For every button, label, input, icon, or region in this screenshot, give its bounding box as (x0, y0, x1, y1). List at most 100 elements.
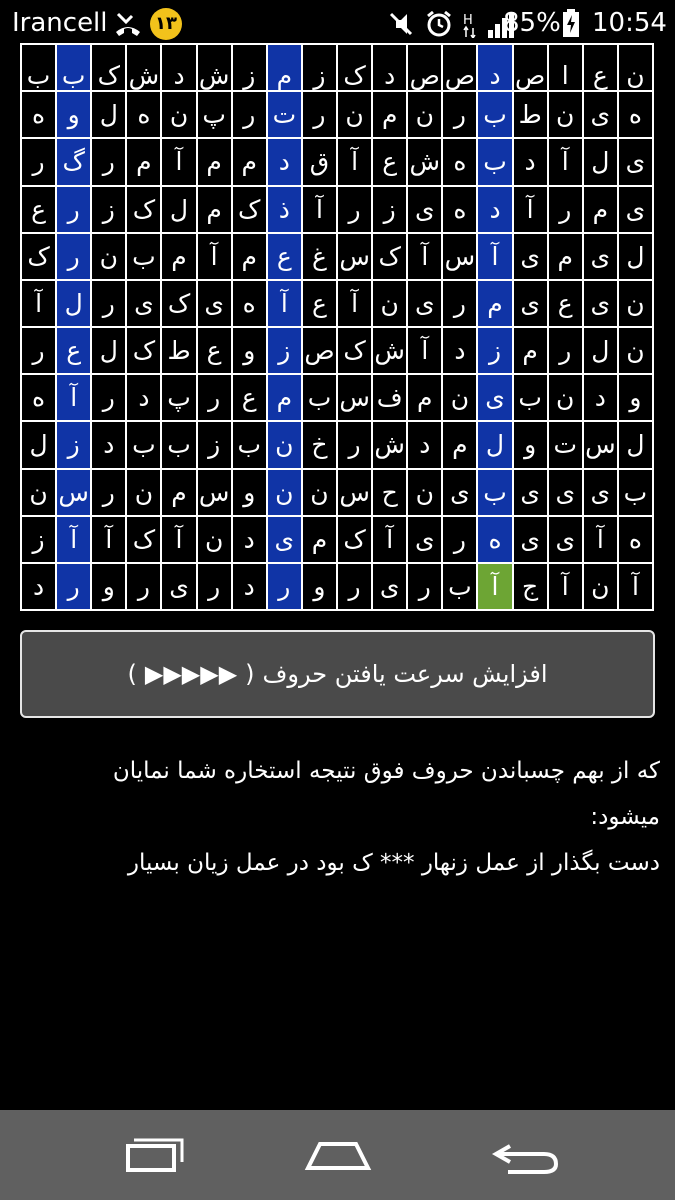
grid-cell[interactable]: س (338, 469, 372, 515)
grid-cell[interactable]: ن (618, 45, 652, 91)
grid-cell[interactable]: ی (408, 186, 442, 232)
grid-cell[interactable]: ن (548, 92, 582, 138)
grid-cell[interactable]: ک (92, 45, 126, 91)
grid-cell[interactable]: آ (267, 280, 301, 326)
grid-cell[interactable]: ن (373, 280, 407, 326)
grid-cell[interactable]: ی (548, 516, 582, 562)
grid-cell[interactable]: ی (127, 280, 161, 326)
grid-cell[interactable]: م (302, 516, 337, 562)
grid-cell[interactable]: آ (57, 516, 91, 562)
home-icon[interactable] (298, 1130, 378, 1182)
grid-cell[interactable]: غ (302, 233, 337, 279)
grid-cell[interactable]: ه (232, 280, 266, 326)
grid-cell[interactable]: و (513, 422, 547, 468)
grid-cell[interactable]: آ (513, 186, 547, 232)
grid-cell[interactable]: ک (338, 45, 372, 91)
grid-cell[interactable]: ر (92, 280, 126, 326)
grid-cell[interactable]: ن (127, 469, 161, 515)
grid-cell[interactable]: آ (197, 233, 231, 279)
grid-cell[interactable]: ت (548, 422, 582, 468)
grid-cell[interactable]: ک (127, 186, 161, 232)
grid-cell[interactable]: آ (92, 516, 126, 562)
grid-cell[interactable]: ن (302, 469, 337, 515)
grid-cell[interactable]: ک (127, 328, 161, 374)
grid-cell[interactable]: م (232, 139, 266, 185)
grid-cell[interactable]: ر (338, 186, 372, 232)
grid-cell[interactable]: س (583, 422, 617, 468)
grid-cell[interactable]: ن (22, 469, 56, 515)
grid-cell[interactable]: آ (548, 139, 582, 185)
grid-cell[interactable]: ع (22, 186, 56, 232)
grid-cell[interactable]: ص (443, 45, 477, 91)
grid-cell[interactable]: ر (22, 139, 56, 185)
grid-cell[interactable]: م (162, 233, 196, 279)
grid-cell[interactable]: ل (22, 422, 56, 468)
grid-cell[interactable]: ص (408, 45, 442, 91)
grid-cell[interactable]: پ (162, 375, 196, 421)
grid-cell[interactable]: م (513, 328, 547, 374)
grid-cell[interactable]: ر (408, 563, 442, 609)
grid-cell[interactable]: و (57, 92, 91, 138)
grid-cell[interactable]: و (232, 469, 266, 515)
grid-cell[interactable]: ع (197, 328, 231, 374)
grid-cell[interactable]: خ (302, 422, 337, 468)
grid-cell[interactable]: ی (583, 92, 617, 138)
grid-cell[interactable]: ر (127, 563, 161, 609)
grid-cell[interactable]: آ (302, 186, 337, 232)
grid-cell[interactable]: و (92, 563, 126, 609)
grid-cell[interactable]: آ (338, 280, 372, 326)
grid-cell[interactable]: ز (92, 186, 126, 232)
grid-cell[interactable]: ع (57, 328, 91, 374)
grid-cell[interactable]: ف (373, 375, 407, 421)
grid-cell[interactable]: م (583, 186, 617, 232)
grid-cell[interactable]: آ (583, 516, 617, 562)
grid-cell[interactable]: ل (478, 422, 512, 468)
grid-cell[interactable]: ن (443, 375, 477, 421)
grid-cell[interactable]: ص (302, 328, 337, 374)
grid-cell[interactable]: پ (197, 92, 231, 138)
grid-cell[interactable]: و (618, 375, 652, 421)
grid-cell[interactable]: ط (162, 328, 196, 374)
grid-cell[interactable]: م (443, 422, 477, 468)
grid-cell[interactable]: ب (127, 233, 161, 279)
grid-cell[interactable]: ن (267, 469, 301, 515)
grid-cell[interactable]: م (478, 280, 512, 326)
grid-cell[interactable]: ک (338, 328, 372, 374)
grid-cell[interactable]: آ (338, 139, 372, 185)
grid-cell[interactable]: ی (162, 563, 196, 609)
grid-cell[interactable]: د (127, 375, 161, 421)
grid-cell[interactable]: ر (443, 516, 477, 562)
speed-up-button[interactable]: افزایش سرعت یافتن حروف ( ▶▶▶▶▶ ) (20, 630, 655, 718)
grid-cell[interactable]: و (232, 328, 266, 374)
grid-cell[interactable]: ر (443, 92, 477, 138)
grid-cell[interactable]: م (197, 139, 231, 185)
grid-cell[interactable]: د (232, 516, 266, 562)
grid-cell[interactable]: ش (127, 45, 161, 91)
grid-cell[interactable]: ل (618, 233, 652, 279)
grid-cell[interactable]: ن (162, 92, 196, 138)
grid-cell[interactable]: س (338, 375, 372, 421)
grid-cell[interactable]: ز (197, 422, 231, 468)
grid-cell[interactable]: آ (162, 139, 196, 185)
grid-cell[interactable]: ی (618, 139, 652, 185)
grid-cell[interactable]: ی (478, 375, 512, 421)
grid-cell[interactable]: ل (618, 422, 652, 468)
grid-cell[interactable]: م (162, 469, 196, 515)
back-icon[interactable] (484, 1130, 564, 1182)
grid-cell[interactable]: ب (302, 375, 337, 421)
grid-cell[interactable]: ب (513, 375, 547, 421)
grid-cell[interactable]: ک (232, 186, 266, 232)
grid-cell[interactable]: آ (478, 563, 512, 609)
grid-cell[interactable]: ن (408, 469, 442, 515)
grid-cell[interactable]: ن (583, 563, 617, 609)
grid-cell[interactable]: ر (92, 139, 126, 185)
grid-cell[interactable]: ش (197, 45, 231, 91)
grid-cell[interactable]: ی (548, 469, 582, 515)
grid-cell[interactable]: ر (22, 328, 56, 374)
grid-cell[interactable]: د (443, 328, 477, 374)
grid-cell[interactable]: ک (162, 280, 196, 326)
grid-cell[interactable]: ش (373, 422, 407, 468)
grid-cell[interactable]: ر (548, 186, 582, 232)
grid-cell[interactable]: ی (197, 280, 231, 326)
grid-cell[interactable]: س (57, 469, 91, 515)
